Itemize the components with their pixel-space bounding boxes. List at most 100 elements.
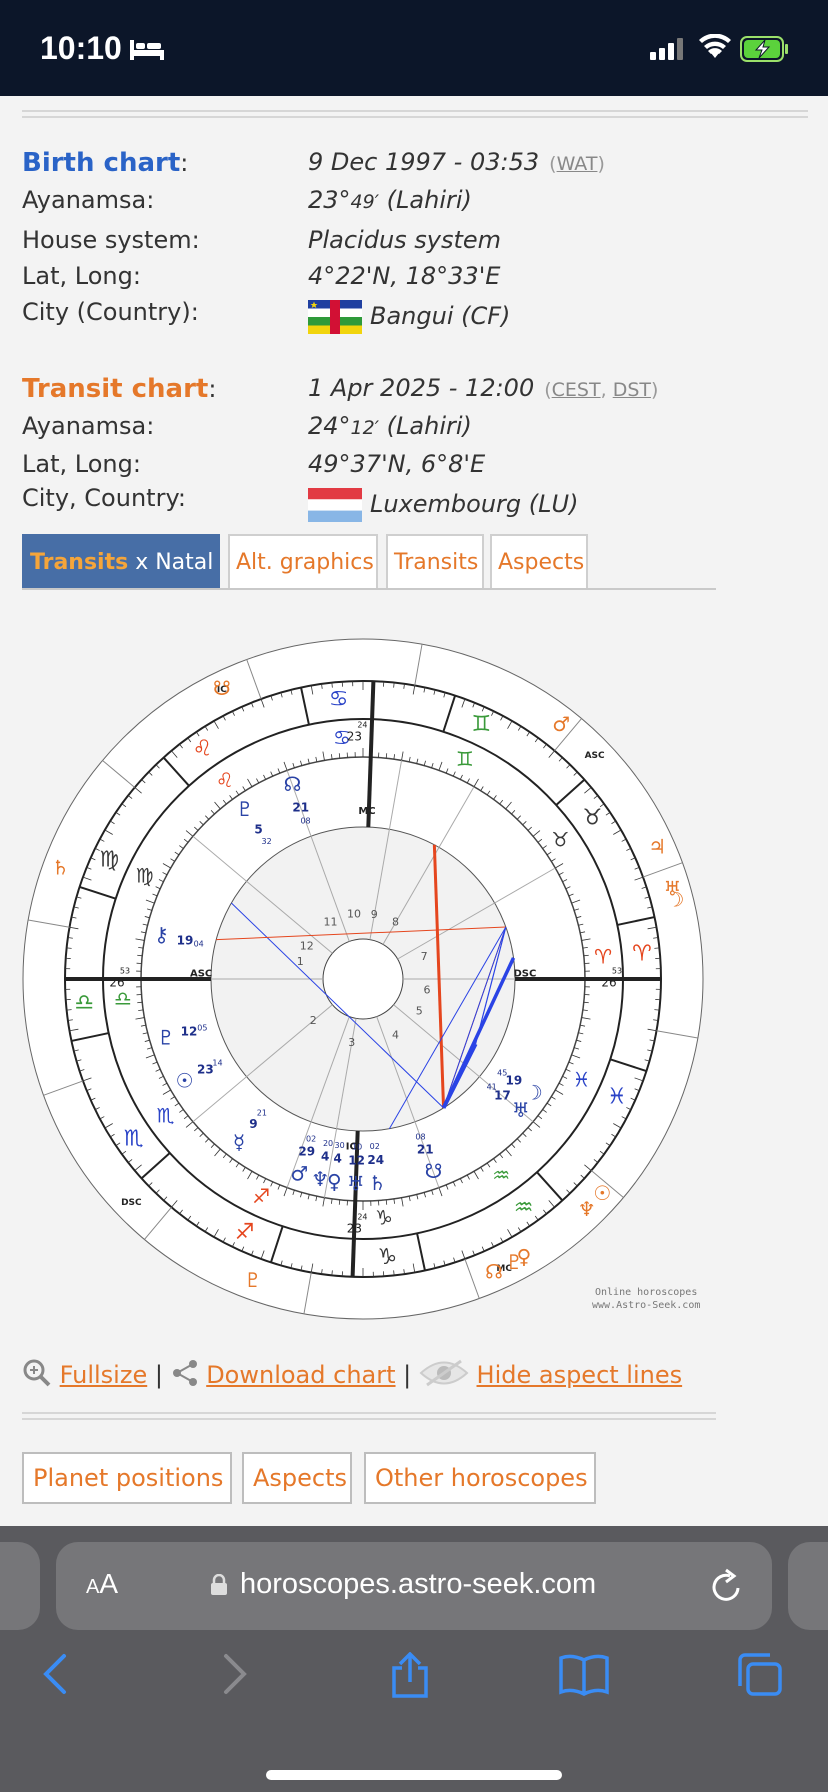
fullsize-link[interactable]: Fullsize [60,1361,148,1389]
back-icon[interactable] [42,1652,68,1700]
wifi-icon [698,33,732,64]
natal-planet-degree: 12 [181,1025,198,1039]
house-number: 3 [348,1036,355,1049]
transit-sign-glyph: ♏ [124,1127,144,1152]
natal-planet-glyph: ⚷ [154,923,169,947]
tick-transit [66,947,72,949]
download-chart-link[interactable]: Download chart [206,1361,395,1389]
transit-planet-glyph: ♄ [51,855,69,879]
chart-actions: Fullsize | Download chart | Hide aspect … [22,1358,682,1398]
transit-tz1-link[interactable]: CEST [552,379,601,401]
outer-asc-label: ASC [585,751,605,761]
natal-planet-degree: 12 [348,1153,365,1167]
transit-sign-glyph: ♑ [378,1245,398,1270]
transit-tz2-link[interactable]: DST [613,379,651,401]
transit-chart-label: Transit chart: [22,374,217,404]
tab-alt-graphics[interactable]: Alt. graphics [228,534,378,588]
other-horoscopes-button[interactable]: Other horoscopes [364,1452,596,1504]
natal-planet-degree: 21 [292,800,309,814]
transit-chart-link[interactable]: Transit chart [22,374,208,404]
transit-city-text: Luxembourg (LU) [370,490,579,518]
home-indicator [266,1770,562,1780]
hide-aspect-lines-link[interactable]: Hide aspect lines [477,1361,683,1389]
natal-planet-glyph: ☉ [176,1069,194,1093]
natal-sign-glyph: ♉ [551,827,569,851]
natal-planet-minute: 08 [415,1132,425,1141]
transit-planet-glyph: ☋ [213,676,231,700]
transit-planet-glyph: ☉ [593,1181,611,1205]
status-time: 10:10 [40,30,122,66]
natal-planet-glyph: ♇ [157,1026,175,1050]
birth-chart-link[interactable]: Birth chart [22,148,180,178]
reader-options-button[interactable]: AA [86,1568,118,1600]
link-separator-2: | [395,1361,419,1389]
transit-date: 1 Apr 2025 - 12:00 (CEST, DST) [308,374,658,402]
bookmarks-icon[interactable] [558,1652,610,1700]
house-number: 4 [392,1028,399,1041]
house-number: 2 [310,1014,317,1027]
next-tab-card[interactable] [788,1542,828,1630]
natal-planet-minute: 05 [197,1024,207,1033]
aspects-button[interactable]: Aspects [242,1452,352,1504]
birth-ayanamsa-sys: (Lahiri) [379,186,472,214]
tabs-icon[interactable] [736,1652,784,1702]
safari-toolbar: AA horoscopes.astro-seek.com [0,1526,828,1792]
aa-small: A [86,1576,100,1598]
transit-sign-glyph: ♉ [582,805,602,830]
transit-date-text: 1 Apr 2025 - 12:00 [308,374,535,402]
birth-tz-link[interactable]: WAT [557,153,598,175]
natal-planet-minute: 02 [306,1134,316,1143]
birth-chart-label: Birth chart: [22,148,189,178]
natal-planet-minute: 20 [323,1139,333,1148]
transit-ayanamsa-min: 12′ [350,417,380,439]
tick-transit [393,1270,395,1276]
tab-transits-x-natal[interactable]: Transits x Natal [22,534,220,588]
forward-icon[interactable] [222,1652,248,1700]
address-bar[interactable]: AA horoscopes.astro-seek.com [56,1542,772,1630]
house-number: 5 [416,1005,423,1018]
url-text: horoscopes.astro-seek.com [240,1568,597,1600]
cusp-degree: 26 [601,976,616,990]
house-number: 9 [371,908,378,921]
reload-icon[interactable] [710,1568,744,1608]
transit-sign-glyph: ♎ [74,990,94,1015]
natal-planet-glyph: ♅ [347,1171,365,1195]
page-content: Birth chart: 9 Dec 1997 - 03:53 (WAT) Aya… [0,96,828,1526]
divider [22,110,808,118]
transit-latlong-label: Lat, Long: [22,450,141,478]
birth-latlong-value: 4°22'N, 18°33'E [308,262,501,290]
battery-charging-icon [740,36,790,66]
tab-aspects[interactable]: Aspects [490,534,588,588]
tick-transit [393,682,395,688]
previous-tab-card[interactable] [0,1542,40,1630]
natal-sign-glyph: ♎ [114,987,132,1011]
natal-planet-glyph: ☿ [233,1130,245,1154]
birth-tz: (WAT) [549,153,605,175]
house-system-value: Placidus system [308,226,502,254]
tick-transit [66,1009,72,1011]
share-sheet-icon[interactable] [388,1651,432,1704]
natal-planet-degree: 4 [333,1152,341,1166]
tick-natal [338,1199,341,1205]
tick-natal [583,1001,589,1004]
credit-line-1: Online horoscopes [595,1287,698,1298]
natal-planet-minute: 08 [300,817,310,826]
transit-ayanamsa-label: Ayanamsa: [22,412,155,440]
birth-latlong-label: Lat, Long: [22,262,141,290]
transit-sign-glyph: ♊ [471,712,491,737]
tab-transits[interactable]: Transits [386,534,484,588]
birth-date: 9 Dec 1997 - 03:53 (WAT) [308,148,605,176]
birth-ayanamsa-min: 49′ [350,191,380,213]
natal-sign-glyph: ♌ [216,768,234,792]
share-icon [171,1358,199,1394]
lu-flag-icon [308,488,362,522]
birth-ayanamsa-label: Ayanamsa: [22,186,155,214]
birth-ayanamsa: 23°49′ (Lahiri) [308,186,472,214]
transit-ayanamsa: 24°12′ (Lahiri) [308,412,472,440]
transit-natal-wheel-chart[interactable]: 10 9876543211211MCASC DSCICICASCDSCMC♈♈♉♉♊… [20,636,706,1322]
outer-dsc-label: DSC [121,1198,142,1208]
transit-planet-glyph: ♃ [648,835,666,859]
lock-icon [210,1573,228,1600]
natal-planet-degree: 19 [177,934,194,948]
planet-positions-button[interactable]: Planet positions [22,1452,232,1504]
